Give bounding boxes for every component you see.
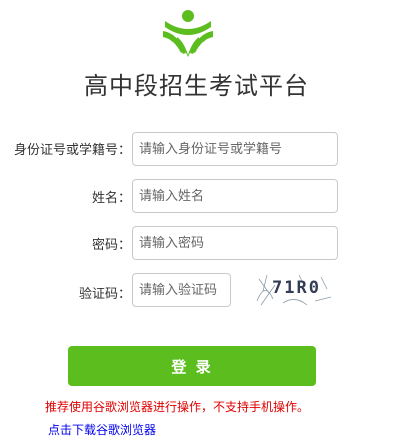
captcha-image[interactable]: 71R0	[255, 271, 335, 307]
site-logo-icon	[163, 10, 213, 57]
captcha-input[interactable]	[132, 273, 231, 307]
id-number-input[interactable]	[132, 132, 338, 166]
name-input[interactable]	[132, 179, 338, 213]
password-input[interactable]	[132, 226, 338, 260]
download-chrome-link[interactable]: 点击下载谷歌浏览器	[48, 421, 156, 438]
page-title: 高中段招生考试平台	[84, 72, 309, 100]
login-button[interactable]: 登 录	[68, 346, 316, 386]
id-number-label: 身份证号或学籍号：	[13, 143, 131, 158]
captcha-label: 验证码：	[78, 287, 131, 302]
password-label: 密码：	[91, 238, 131, 253]
captcha-text: 71R0	[272, 278, 321, 298]
name-label: 姓名：	[91, 191, 131, 206]
browser-notice: 推荐使用谷歌浏览器进行操作，不支持手机操作。	[45, 400, 310, 414]
